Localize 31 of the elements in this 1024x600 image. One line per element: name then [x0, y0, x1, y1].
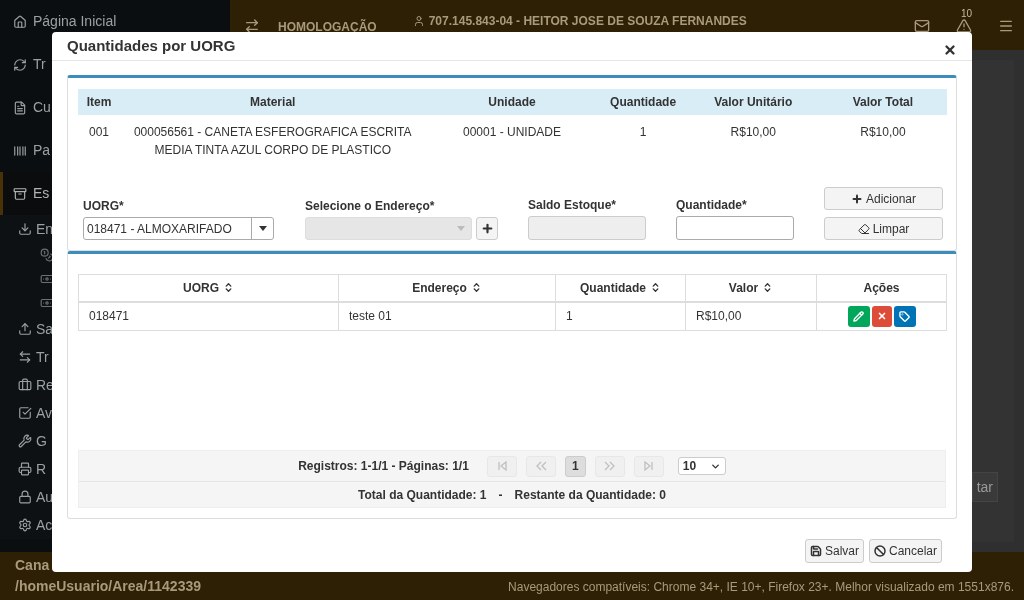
table-cell: 000056561 - CANETA ESFEROGRAFICA ESCRITA MEDIA TINTA AZUL CORPO DE PLASTICO — [120, 115, 426, 163]
footer-title: Cana — [15, 556, 51, 575]
environment-label: HOMOLOGAÇÃO — [278, 18, 377, 36]
field-label: Quantidade* — [676, 197, 748, 214]
table-cell: teste 01 — [338, 301, 556, 331]
pagination-summary: Registros: 1-1/1 - Páginas: 1/1 — [298, 458, 469, 475]
table-cell: 00001 - UNIDADE — [425, 115, 599, 163]
footer-path: /homeUsuario/Area/1142339 — [15, 577, 201, 596]
column-header: Item — [78, 89, 121, 115]
modal-title: Quantidades por UORG — [67, 35, 236, 56]
table-cell: 001 — [78, 115, 121, 163]
column-header: Material — [120, 89, 426, 115]
table-cell: 1 — [555, 301, 686, 331]
column-header: Unidade — [425, 89, 599, 115]
field-label: Saldo Estoque* — [528, 197, 617, 214]
footer-browsers: Navegadores compatíveis: Chrome 34+, IE 10+, Firefox 23+. Melhor visualizado em 1551x876. — [508, 579, 1014, 596]
table-cell: R$10,00 — [687, 115, 819, 163]
table-cell: 018471 — [78, 301, 339, 331]
table-cell: 1 — [598, 115, 688, 163]
column-header: Quantidade — [598, 89, 688, 115]
column-header: Valor Total — [818, 89, 947, 115]
notification-count: 10 — [961, 7, 973, 21]
separator: - — [498, 486, 503, 504]
total-quantity: Total da Quantidade: 1 — [358, 486, 487, 504]
user-name: 707.145.843-04 - HEITOR JOSE DE SOUZA FERNANDES — [428, 13, 747, 30]
remaining-quantity: Restante da Quantidade: 0 — [514, 486, 666, 504]
table-cell: R$10,00 — [818, 115, 947, 163]
table-cell: R$10,00 — [685, 301, 817, 331]
column-header: Valor Unitário — [687, 89, 819, 115]
field-label: Selecione o Endereço* — [305, 198, 436, 215]
field-label: UORG* — [83, 198, 125, 215]
